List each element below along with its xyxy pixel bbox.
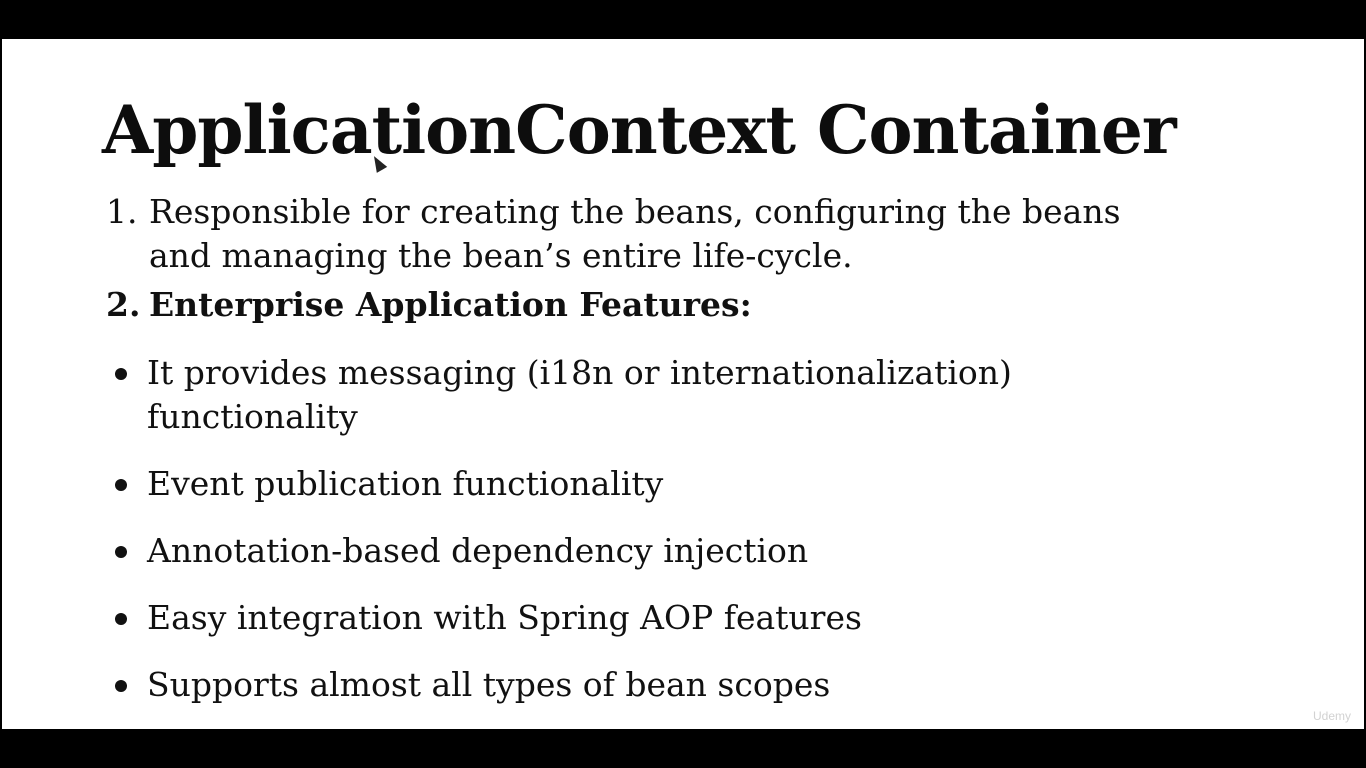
bullet-text: Event publication functionality [147,464,664,503]
numbered-point-2: 2. Enterprise Application Features: [106,283,752,327]
point-text-line-1: Responsible for creating the beans, conf… [149,192,1121,231]
video-frame: ApplicationContext Container 1. Responsi… [0,0,1366,768]
bullet-item: Easy integration with Spring AOP feature… [115,596,862,640]
bullet-item: It provides messaging (i18n or internati… [115,351,1012,439]
bullet-text: Easy integration with Spring AOP feature… [147,598,862,637]
point-text: Enterprise Application Features: [149,285,752,324]
udemy-watermark: Udemy [1313,709,1352,723]
numbered-point-1: 1. Responsible for creating the beans, c… [106,190,1121,278]
bullet-icon [115,479,127,491]
bullet-icon [115,613,127,625]
bullet-icon [115,680,127,692]
slide-title: ApplicationContext Container [102,91,1177,169]
point-number: 1. [106,192,138,231]
point-text-line-2: and managing the bean’s entire life-cycl… [149,236,853,275]
bullet-text: Annotation-based dependency injection [147,531,809,570]
bullet-icon [115,368,127,380]
bullet-icon [115,546,127,558]
bullet-text-line-2: functionality [147,397,358,436]
slide: ApplicationContext Container 1. Responsi… [2,39,1364,729]
point-number: 2. [106,285,141,324]
bullet-item: Annotation-based dependency injection [115,529,808,573]
bullet-item: Supports almost all types of bean scopes [115,663,830,707]
bullet-text: Supports almost all types of bean scopes [147,665,831,704]
bullet-text-line-1: It provides messaging (i18n or internati… [147,353,1012,392]
bullet-item: Event publication functionality [115,462,663,506]
